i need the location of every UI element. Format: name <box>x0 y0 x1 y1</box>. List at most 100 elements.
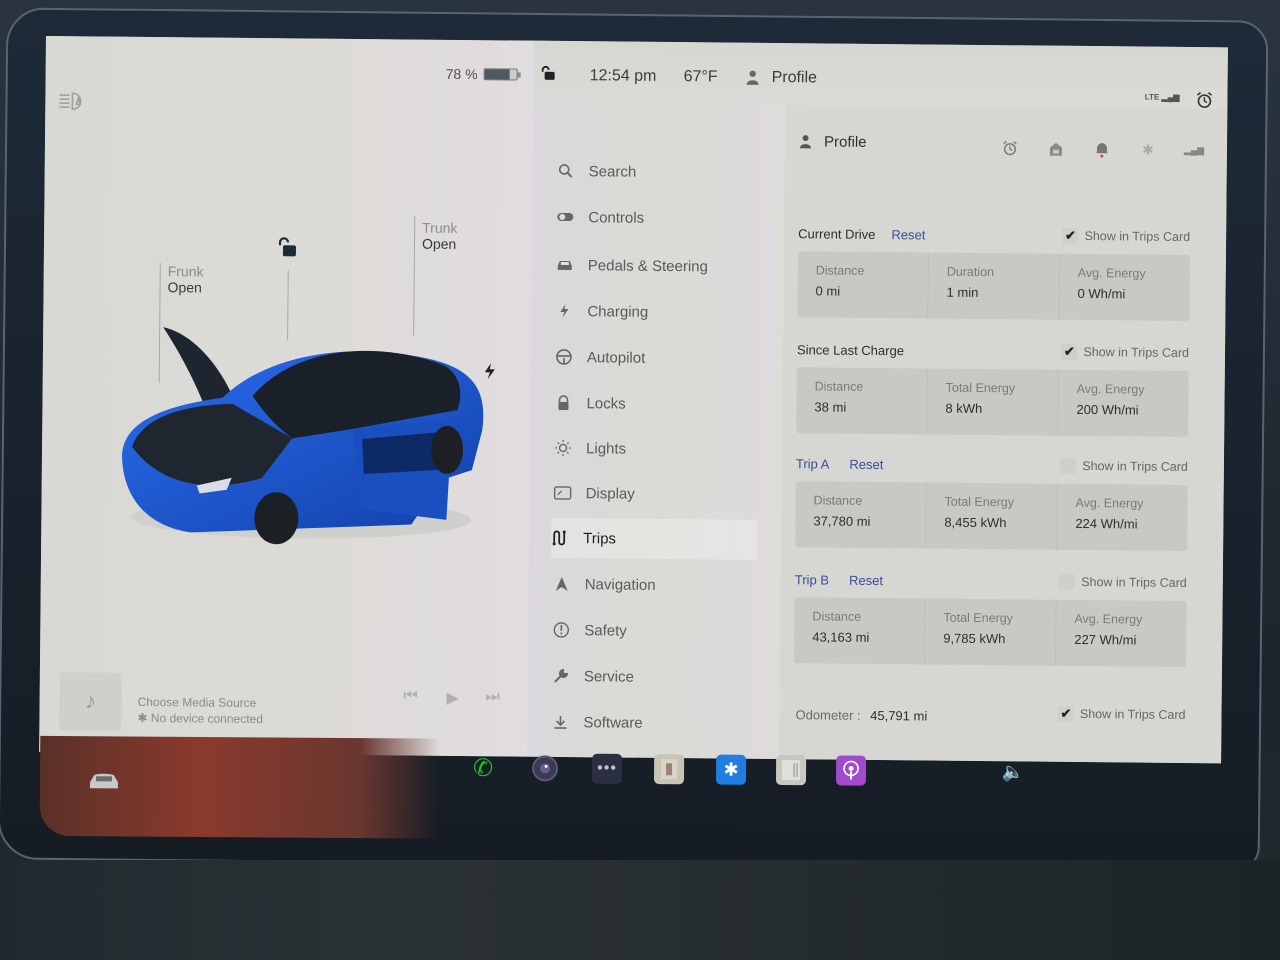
profile-icon <box>799 135 812 149</box>
car-illustration[interactable] <box>111 317 493 551</box>
section-title: Since Last Charge <box>796 341 905 358</box>
menu-item-trips[interactable]: Trips <box>551 517 758 560</box>
frunk-status[interactable]: Frunk Open <box>168 263 204 295</box>
podcast-icon[interactable] <box>835 755 867 786</box>
trunk-label: Trunk <box>422 219 458 236</box>
menu-item-controls[interactable]: Controls <box>556 197 760 239</box>
search-icon <box>557 162 575 180</box>
battery-percent: 78 % <box>445 65 478 83</box>
header-icons: ✱ ▂▄▆ <box>1001 139 1204 159</box>
show-in-trips-card-label: Show in Trips Card <box>1081 574 1187 590</box>
section-title: Current Drive <box>798 225 876 242</box>
stat-value: 38 mi <box>814 399 847 415</box>
light-bulb-icon <box>554 439 572 457</box>
headlight-icon[interactable] <box>57 90 87 112</box>
menu-item-label: Autopilot <box>586 348 646 367</box>
stat-distance: Distance 43,163 mi <box>794 597 926 665</box>
stat-label: Duration <box>946 264 995 280</box>
reset-button[interactable]: Reset <box>849 456 883 471</box>
stat-duration: Duration 1 min <box>928 252 1060 320</box>
show-in-trips-card-toggle[interactable]: Show in Trips Card <box>1059 573 1187 591</box>
stat-label: Distance <box>815 263 865 278</box>
next-track-icon[interactable]: ⏭ <box>482 688 504 708</box>
menu-item-label: Software <box>583 713 643 732</box>
play-icon[interactable]: ▶ <box>442 688 464 708</box>
stat-value: 8,455 kWh <box>944 514 1007 531</box>
odometer-value: 45,791 mi <box>870 707 928 724</box>
checkbox[interactable] <box>1059 573 1076 590</box>
frunk-open-button[interactable]: Open <box>168 279 204 295</box>
checkbox[interactable] <box>1060 457 1077 474</box>
status-bar: 12:54 pm 67°F Profile LTE ▂▄▆ <box>533 40 1228 110</box>
notepad-icon[interactable] <box>653 754 685 785</box>
stat-distance: Distance 0 mi <box>797 251 929 319</box>
stat-total-energy: Total Energy 8 kWh <box>927 368 1059 436</box>
music-note-icon[interactable]: ♪ <box>59 672 122 731</box>
more-icon[interactable]: ••• <box>591 753 623 784</box>
notification-bell-icon[interactable] <box>1093 140 1111 158</box>
menu-item-locks[interactable]: Locks <box>554 383 758 425</box>
profile-button[interactable]: Profile <box>746 68 818 88</box>
alarm-icon[interactable] <box>1195 91 1213 109</box>
stat-distance: Distance 38 mi <box>796 367 928 435</box>
stat-value: 8 kWh <box>945 400 983 417</box>
car-icon[interactable] <box>86 770 122 792</box>
phone-icon[interactable]: ✆ <box>468 753 498 783</box>
bluetooth-icon[interactable]: ✱ <box>715 754 747 785</box>
touchscreen: 78 % Frunk Open Trunk Open ♪ Choose Medi… <box>39 36 1228 764</box>
odometer: Odometer : 45,791 mi <box>795 707 927 723</box>
stat-label: Distance <box>813 493 863 508</box>
alarm-icon[interactable] <box>1001 139 1019 157</box>
homelink-icon[interactable] <box>1047 140 1065 158</box>
stat-total-energy: Total Energy 9,785 kWh <box>925 598 1057 666</box>
display-icon <box>553 484 572 502</box>
menu-item-autopilot[interactable]: Autopilot <box>555 337 759 379</box>
unlock-icon[interactable] <box>276 236 298 258</box>
menu-item-charging[interactable]: Charging <box>555 291 759 333</box>
odometer-show-in-trips-card[interactable]: ✔ Show in Trips Card <box>1057 705 1186 723</box>
menu-item-label: Safety <box>584 621 627 640</box>
profile-label: Profile <box>771 68 818 87</box>
previous-track-icon[interactable]: ⏮ <box>400 687 422 707</box>
frunk-label: Frunk <box>167 263 204 280</box>
bluetooth-icon[interactable]: ✱ <box>1139 140 1157 158</box>
menu-item-safety[interactable]: Safety <box>552 610 756 652</box>
show-in-trips-card-toggle[interactable]: ✔ Show in Trips Card <box>1062 227 1190 245</box>
menu-item-navigation[interactable]: Navigation <box>553 564 757 606</box>
menu-item-pedals-steering[interactable]: Pedals & Steering <box>556 245 760 287</box>
menu-item-search[interactable]: Search <box>557 151 761 193</box>
calendar-icon[interactable] <box>775 754 807 786</box>
menu-item-label: Pedals & Steering <box>587 256 708 275</box>
volume-icon[interactable]: 🔈 <box>998 757 1028 787</box>
checkbox[interactable]: ✔ <box>1062 227 1079 244</box>
camera-icon[interactable] <box>530 753 560 783</box>
checkbox[interactable]: ✔ <box>1061 343 1078 360</box>
stat-label: Total Energy <box>943 610 1014 626</box>
menu-item-display[interactable]: Display <box>553 473 757 515</box>
trunk-callout-line <box>413 215 416 336</box>
lte-signal-icon: LTE ▂▄▆ <box>1144 92 1180 102</box>
media-source-title[interactable]: Choose Media Source <box>138 695 257 710</box>
trunk-open-button[interactable]: Open <box>422 236 457 252</box>
outside-temperature: 67°F <box>683 68 718 86</box>
trunk-status[interactable]: Trunk Open <box>422 220 458 252</box>
menu-item-service[interactable]: Service <box>552 656 756 698</box>
menu-item-lights[interactable]: Lights <box>554 428 758 470</box>
show-in-trips-card-toggle[interactable]: ✔ Show in Trips Card <box>1061 343 1189 361</box>
clock: 12:54 pm <box>589 67 657 85</box>
profile-header[interactable]: Profile <box>799 133 867 151</box>
menu-item-label: Service <box>583 667 634 686</box>
stat-label: Avg. Energy <box>1074 611 1143 627</box>
show-in-trips-card-toggle[interactable]: Show in Trips Card <box>1060 457 1188 475</box>
menu-item-label: Locks <box>586 394 626 413</box>
lock-status-icon[interactable] <box>540 65 556 86</box>
steering-wheel-icon <box>555 348 573 366</box>
section-header: Current Drive Reset ✔ Show in Trips Card <box>798 221 1190 249</box>
menu-item-software[interactable]: Software <box>551 702 755 744</box>
reset-button[interactable]: Reset <box>891 227 925 242</box>
stat-value: 0 Wh/mi <box>1077 285 1126 302</box>
menu-item-label: Lights <box>585 439 627 458</box>
checkbox[interactable]: ✔ <box>1057 705 1075 722</box>
reset-button[interactable]: Reset <box>849 572 883 587</box>
section-title: Trip A <box>795 455 830 472</box>
